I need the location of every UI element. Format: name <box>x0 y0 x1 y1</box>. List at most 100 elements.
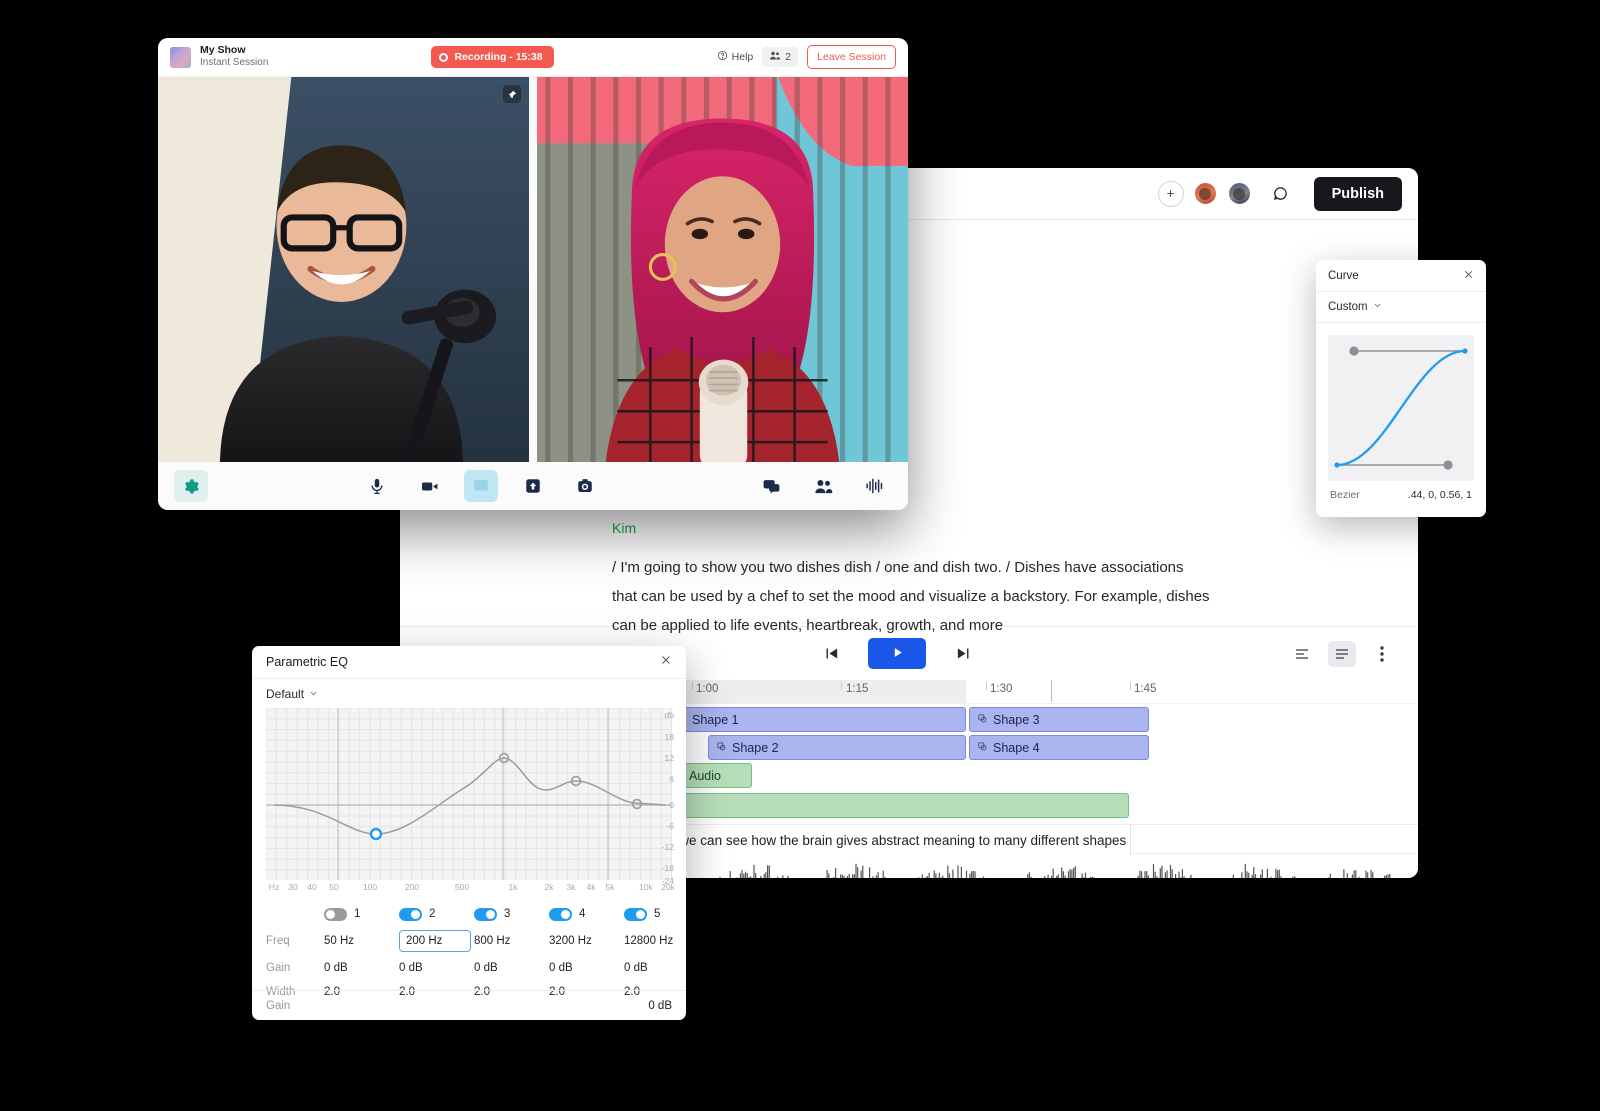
record-dot-icon <box>439 52 449 62</box>
timeline-clip[interactable]: Shape 3 <box>969 707 1149 732</box>
participant-tile-left[interactable] <box>158 77 529 462</box>
ruler-tick: 1:45 <box>1134 683 1157 695</box>
db-tick: 0 <box>669 800 674 810</box>
eq-band-toggle[interactable]: 4 <box>549 907 624 921</box>
add-collaborator-button[interactable] <box>1157 180 1184 207</box>
freq-tick: 4k <box>586 882 596 892</box>
play-button[interactable] <box>868 638 927 669</box>
bezier-curve-graph[interactable] <box>1328 335 1474 481</box>
curve-preset-label: Custom <box>1328 301 1368 313</box>
band-number: 4 <box>579 908 586 920</box>
more-options-icon[interactable] <box>1368 641 1396 667</box>
skip-previous-icon[interactable] <box>816 639 846 669</box>
help-icon <box>717 50 728 64</box>
transcript-line: that can be used by a chef to set the mo… <box>612 588 1210 605</box>
audio-levels-icon[interactable] <box>858 470 892 502</box>
bezier-label: Bezier <box>1330 489 1360 501</box>
clip-label: Shape 3 <box>993 712 1040 727</box>
close-icon[interactable] <box>1463 267 1474 285</box>
video-camera-icon[interactable] <box>412 470 446 502</box>
participant-count-label: 2 <box>785 51 792 63</box>
band-number: 1 <box>354 908 361 920</box>
timeline-clip[interactable]: Shape 2 <box>708 735 966 760</box>
master-gain-label: Gain <box>266 999 291 1012</box>
publish-button[interactable]: Publish <box>1313 176 1402 211</box>
toggle-switch[interactable] <box>474 907 497 921</box>
call-toolbar <box>158 462 908 510</box>
freq-tick: 30 <box>288 882 298 892</box>
db-tick: -6 <box>666 821 674 831</box>
band-freq-input[interactable] <box>399 930 471 952</box>
eq-gain-row: Gain 0 dB 0 dB 0 dB 0 dB 0 dB <box>266 956 672 980</box>
band-freq-value[interactable]: 800 Hz <box>474 935 549 947</box>
chevron-down-icon <box>1373 301 1382 313</box>
db-tick: 6 <box>669 774 674 784</box>
upload-icon[interactable] <box>516 470 550 502</box>
chat-icon[interactable] <box>754 470 788 502</box>
panel-title: Curve <box>1328 269 1359 282</box>
toggle-switch[interactable] <box>399 907 422 921</box>
participant-tile-right[interactable] <box>537 77 908 462</box>
curve-preset-dropdown[interactable]: Custom <box>1316 292 1486 323</box>
avatar[interactable] <box>1226 181 1252 206</box>
eq-band-toggle[interactable]: 1 <box>324 907 399 921</box>
list-view-icon[interactable] <box>1288 641 1316 667</box>
band-gain-value[interactable]: 0 dB <box>624 962 686 974</box>
band-gain-value[interactable]: 0 dB <box>324 962 399 974</box>
timeline-view-icon[interactable] <box>1328 640 1356 667</box>
help-button[interactable]: Help <box>717 50 754 64</box>
band-gain-value[interactable]: 0 dB <box>549 962 624 974</box>
clip-label: Shape 4 <box>993 740 1040 755</box>
db-tick: db <box>664 710 674 720</box>
timeline-clip[interactable]: Shape 4 <box>969 735 1149 760</box>
pin-icon[interactable] <box>503 85 521 103</box>
band-number: 2 <box>429 908 436 920</box>
people-icon[interactable] <box>806 470 840 502</box>
show-subtitle: Instant Session <box>200 57 269 69</box>
eq-master-gain: Gain 0 dB <box>252 990 686 1020</box>
clip-label: Shape 2 <box>732 740 779 755</box>
participants-count[interactable]: 2 <box>762 47 799 67</box>
eq-band-toggle[interactable]: 3 <box>474 907 549 921</box>
microphone-icon[interactable] <box>360 470 394 502</box>
gear-icon[interactable] <box>174 470 208 502</box>
eq-panel-header: Parametric EQ <box>252 646 686 679</box>
db-tick: -18 <box>661 863 674 873</box>
band-gain-value[interactable]: 0 dB <box>399 962 474 974</box>
toggle-switch[interactable] <box>624 907 647 921</box>
comment-icon[interactable] <box>1266 179 1296 209</box>
ruler-tick: 1:15 <box>846 683 869 695</box>
eq-response-graph[interactable]: db 18 12 6 0 -6 -12 -18 -24 <box>266 708 674 886</box>
timeline-clip[interactable]: Shape 1 <box>668 707 966 732</box>
close-icon[interactable] <box>660 653 672 671</box>
clip-label: Shape 1 <box>692 712 739 727</box>
band-freq-value[interactable]: 12800 Hz <box>624 935 686 947</box>
db-tick: -12 <box>661 842 674 852</box>
play-icon <box>891 646 904 662</box>
band-gain-value[interactable]: 0 dB <box>474 962 549 974</box>
help-label: Help <box>731 51 754 63</box>
master-gain-value[interactable]: 0 dB <box>648 1000 672 1012</box>
call-header: My Show Instant Session Recording - 15:3… <box>158 38 908 77</box>
eq-band-toggle[interactable]: 5 <box>624 907 686 921</box>
snapshot-camera-icon[interactable] <box>568 470 602 502</box>
skip-next-icon[interactable] <box>948 639 978 669</box>
freq-tick: 2k <box>544 882 554 892</box>
video-call-window: My Show Instant Session Recording - 15:3… <box>158 38 908 510</box>
toggle-switch[interactable] <box>324 907 347 921</box>
bezier-value: .44, 0, 0.56, 1 <box>1407 489 1472 501</box>
band-freq-value[interactable]: 3200 Hz <box>549 935 624 947</box>
eq-freq-row: Freq 50 Hz 800 Hz 3200 Hz 12800 Hz <box>266 926 673 956</box>
freq-tick: Hz <box>268 882 280 892</box>
db-tick: 12 <box>664 753 674 763</box>
leave-session-button[interactable]: Leave Session <box>807 45 897 69</box>
parametric-eq-panel: Parametric EQ Default db 18 12 6 0 -6 -12 -18 -2… <box>252 646 686 1020</box>
eq-preset-dropdown[interactable]: Default <box>252 679 686 708</box>
screen-share-icon[interactable] <box>464 470 498 502</box>
eq-toggle-row: 1 2 3 4 5 <box>266 902 672 926</box>
toggle-switch[interactable] <box>549 907 572 921</box>
band-freq-value[interactable]: 50 Hz <box>324 935 399 947</box>
transcript-speaker: Kim <box>612 520 637 536</box>
eq-band-toggle[interactable]: 2 <box>399 907 474 921</box>
avatar[interactable] <box>1192 181 1218 206</box>
